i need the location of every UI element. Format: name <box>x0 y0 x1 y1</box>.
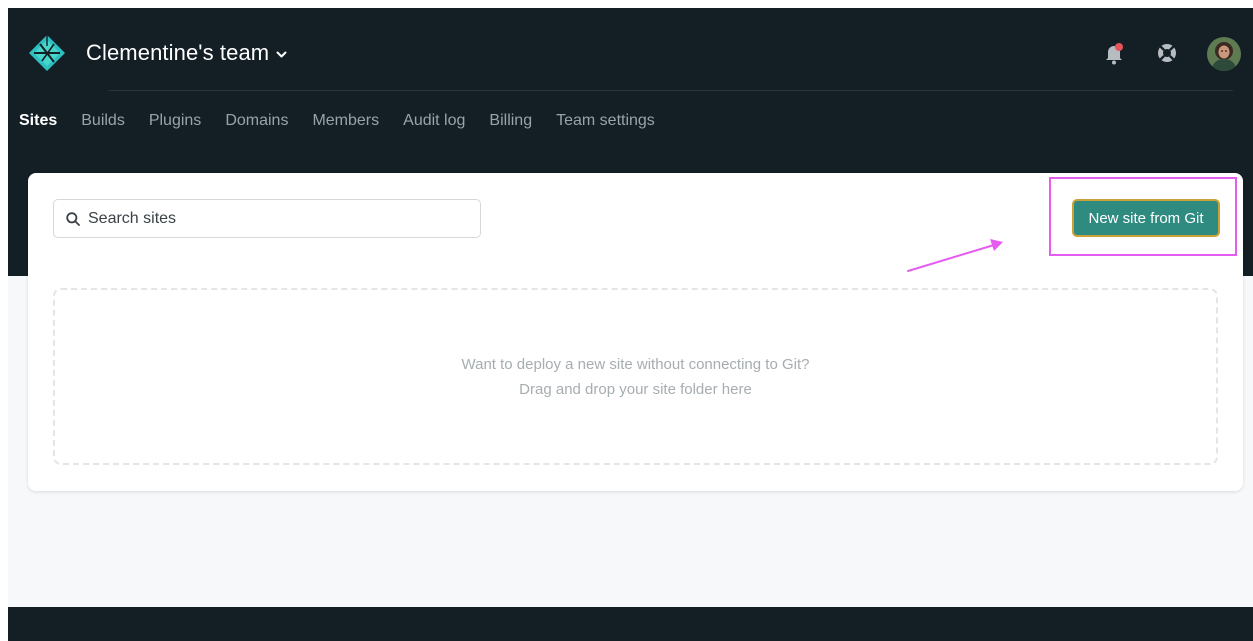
header-divider <box>108 90 1233 91</box>
team-name-label: Clementine's team <box>86 40 270 65</box>
tab-members[interactable]: Members <box>312 112 379 130</box>
avatar-image <box>1207 37 1241 71</box>
bell-icon[interactable] <box>1104 43 1124 65</box>
team-switcher[interactable]: Clementine's team <box>86 40 287 66</box>
search-box[interactable] <box>53 199 481 238</box>
tab-domains[interactable]: Domains <box>225 112 288 130</box>
search-input[interactable] <box>88 209 478 228</box>
footer-band <box>8 607 1253 641</box>
dropzone-line-2: Drag and drop your site folder here <box>519 380 752 398</box>
chevron-down-icon <box>276 51 287 58</box>
tab-sites[interactable]: Sites <box>19 112 57 130</box>
sites-card: New site from Git Want to deploy a new s… <box>28 173 1243 491</box>
annotation-arrow-icon <box>907 239 1003 272</box>
dropzone-line-1: Want to deploy a new site without connec… <box>461 355 810 373</box>
tab-audit-log[interactable]: Audit log <box>403 112 465 130</box>
search-icon <box>66 211 80 226</box>
tab-plugins[interactable]: Plugins <box>149 112 201 130</box>
netlify-logo-icon[interactable] <box>28 34 66 72</box>
lifebuoy-icon[interactable] <box>1157 43 1177 63</box>
team-nav: Sites Builds Plugins Domains Members Aud… <box>19 112 679 130</box>
tab-builds[interactable]: Builds <box>81 112 125 130</box>
app-frame: Clementine's team Sites Builds Plugins D… <box>8 8 1253 641</box>
user-avatar[interactable] <box>1207 37 1241 71</box>
tab-team-settings[interactable]: Team settings <box>556 112 655 130</box>
tab-billing[interactable]: Billing <box>489 112 532 130</box>
new-site-from-git-button[interactable]: New site from Git <box>1072 199 1220 237</box>
drag-drop-zone[interactable]: Want to deploy a new site without connec… <box>53 288 1218 465</box>
